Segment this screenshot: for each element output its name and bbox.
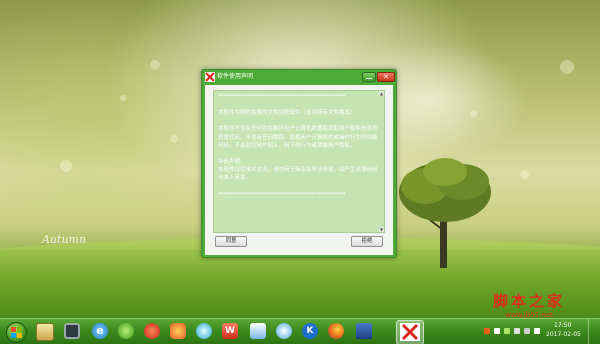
tray-volume-icon[interactable] bbox=[524, 328, 530, 334]
dialog-title: 软件使用声明 bbox=[217, 73, 254, 80]
encrypt-app-icon bbox=[400, 323, 420, 341]
statement-paragraph: 特此声明： bbox=[218, 159, 246, 166]
cloud-icon[interactable] bbox=[276, 323, 292, 339]
minimize-button[interactable] bbox=[362, 72, 376, 82]
bokeh-light bbox=[120, 95, 126, 101]
clock-time[interactable]: 17:50 bbox=[554, 322, 571, 329]
tray-security-icon[interactable] bbox=[504, 328, 510, 334]
site-watermark: 脚本之家 www.jb51.net bbox=[474, 290, 584, 319]
software-statement-dialog: 软件使用声明 ✕ ▲ *****************************… bbox=[201, 69, 397, 258]
statement-text: ****************************************… bbox=[218, 93, 378, 199]
gem-app-icon[interactable] bbox=[196, 323, 212, 339]
reject-button[interactable]: 拒绝 bbox=[351, 236, 383, 247]
close-button[interactable]: ✕ bbox=[377, 72, 395, 82]
start-button[interactable] bbox=[6, 322, 27, 343]
tree-image bbox=[399, 158, 491, 268]
statement-paragraph: 本软件不含有任何旨在破坏用户计算机数据和获取用户隐私信息的恶意代码，不含有任何跟… bbox=[218, 126, 378, 149]
library-folder-icon[interactable] bbox=[36, 323, 54, 341]
bokeh-light bbox=[170, 135, 178, 143]
wps-icon[interactable]: W bbox=[222, 323, 238, 339]
monitor-icon[interactable] bbox=[64, 323, 80, 339]
statement-paragraph: 本软件为绿色免费的文件加密软件（支持所有文件格式） bbox=[218, 110, 356, 117]
show-desktop-button[interactable] bbox=[588, 319, 599, 344]
taskbar: e W K 17:50 2017-02-05 bbox=[0, 318, 600, 345]
bokeh-light bbox=[60, 160, 72, 172]
scroll-down-icon[interactable]: ▼ bbox=[379, 227, 384, 232]
game-icon[interactable] bbox=[144, 323, 160, 339]
dialog-content: ▲ **************************************… bbox=[205, 85, 393, 255]
ladder-app-icon[interactable] bbox=[356, 323, 372, 339]
taskbar-active-app[interactable] bbox=[396, 320, 424, 345]
windows-orb-icon bbox=[11, 327, 22, 338]
bokeh-light bbox=[560, 60, 574, 74]
agree-button[interactable]: 同意 bbox=[215, 236, 247, 247]
wallpaper-script-text: Autumn bbox=[42, 233, 87, 246]
tray-network-icon[interactable] bbox=[494, 328, 500, 334]
star-divider-top: ****************************************… bbox=[218, 94, 346, 100]
tray-monitor-icon[interactable] bbox=[514, 328, 520, 334]
bokeh-light bbox=[150, 60, 160, 70]
k-app-icon[interactable]: K bbox=[302, 323, 318, 339]
tray-flag-icon[interactable] bbox=[534, 328, 540, 334]
butterfly-app-icon[interactable] bbox=[170, 323, 186, 339]
red-x-logo-icon bbox=[205, 72, 215, 82]
globe-app-icon[interactable] bbox=[118, 323, 134, 339]
star-divider-bottom: ****************************************… bbox=[218, 191, 346, 198]
statement-paragraph: 本软件仅供技术交流，请勿用于商业及非法用途，如产生法律纠纷与本人无关。 bbox=[218, 167, 378, 182]
photo-app-icon[interactable] bbox=[250, 323, 266, 339]
scroll-up-icon[interactable]: ▲ bbox=[379, 91, 384, 96]
bokeh-light bbox=[470, 110, 477, 117]
clock-date[interactable]: 2017-02-05 bbox=[546, 331, 581, 338]
watermark-title: 脚本之家 bbox=[492, 292, 565, 310]
firefox-icon[interactable] bbox=[328, 323, 344, 339]
statement-text-area[interactable]: ▲ **************************************… bbox=[213, 90, 385, 233]
dialog-titlebar[interactable]: 软件使用声明 ✕ bbox=[202, 70, 396, 84]
bokeh-light bbox=[520, 170, 529, 179]
tray-app-icon[interactable] bbox=[484, 328, 490, 334]
ie-icon[interactable]: e bbox=[92, 323, 108, 339]
